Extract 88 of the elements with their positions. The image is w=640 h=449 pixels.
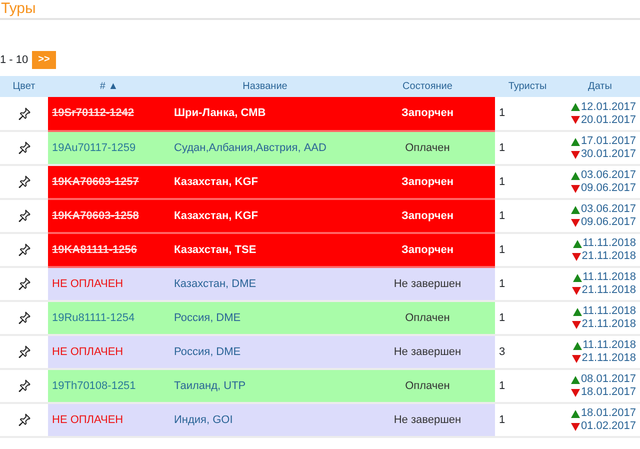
start-date: 11.11.2018 xyxy=(582,339,636,352)
tourist-count: 1 xyxy=(499,142,506,154)
tour-name: Россия, DME xyxy=(174,346,241,358)
down-triangle-icon xyxy=(570,116,580,124)
start-date: 11.11.2018 xyxy=(582,271,636,284)
pin-icon[interactable] xyxy=(18,413,30,426)
tour-name: Шри-Ланка, CMB xyxy=(174,107,266,120)
tourist-count: 1 xyxy=(499,107,506,120)
tour-status: Не завершен xyxy=(394,346,462,358)
end-date: 21.11.2018 xyxy=(582,250,636,263)
tourist-count: 1 xyxy=(499,312,506,324)
column-header[interactable]: Даты xyxy=(588,81,612,92)
up-triangle-icon xyxy=(572,308,582,316)
up-triangle-icon xyxy=(570,172,580,180)
tourist-count: 3 xyxy=(499,346,506,358)
up-triangle-icon xyxy=(572,240,582,248)
down-triangle-icon xyxy=(572,252,581,260)
tour-status: Оплачен xyxy=(405,312,450,324)
down-triangle-icon xyxy=(570,218,580,226)
pin-icon[interactable] xyxy=(18,311,30,324)
start-date: 17.01.2017 xyxy=(580,135,636,148)
tour-status: Не завершен xyxy=(394,278,462,290)
down-triangle-icon xyxy=(572,320,581,328)
tour-status: Оплачен xyxy=(405,380,450,392)
end-date: 18.01.2017 xyxy=(580,386,636,399)
tourist-count: 1 xyxy=(499,278,506,290)
column-header[interactable]: Название xyxy=(242,81,288,92)
start-date: 18.01.2017 xyxy=(580,407,636,420)
pin-icon[interactable] xyxy=(18,209,30,222)
end-date: 09.06.2017 xyxy=(580,216,636,229)
pin-icon[interactable] xyxy=(18,175,30,188)
down-triangle-icon xyxy=(570,388,580,396)
end-date: 09.06.2017 xyxy=(580,182,636,195)
start-date: 11.11.2018 xyxy=(582,305,636,318)
down-triangle-icon xyxy=(570,422,580,430)
pin-icon[interactable] xyxy=(18,106,30,120)
pin-icon[interactable] xyxy=(18,345,30,358)
column-header[interactable]: # xyxy=(100,81,106,92)
tourist-count: 1 xyxy=(499,414,506,426)
tourist-count: 1 xyxy=(499,244,506,256)
down-triangle-icon xyxy=(572,354,581,362)
tour-name: Казахстан, TSE xyxy=(174,244,256,256)
page-title: Туры xyxy=(0,0,37,18)
tour-name: Казахстан, KGF xyxy=(174,210,258,222)
end-date: 20.01.2017 xyxy=(580,114,636,126)
tour-name: Судан,Албания,Австрия, AAD xyxy=(174,142,326,154)
start-date: 11.11.2018 xyxy=(582,237,636,250)
tour-status: Запорчен xyxy=(402,244,454,256)
tourist-count: 1 xyxy=(499,210,506,222)
up-triangle-icon xyxy=(572,274,582,282)
end-date: 01.02.2017 xyxy=(580,420,636,433)
up-triangle-icon xyxy=(570,103,580,111)
pin-icon[interactable] xyxy=(18,141,30,154)
end-date: 21.11.2018 xyxy=(582,284,636,297)
start-date: 12.01.2017 xyxy=(580,100,636,114)
page-range: 1 - 10 xyxy=(0,52,28,68)
tour-status: Не завершен xyxy=(394,414,462,426)
tour-name: Индия, GOI xyxy=(174,414,233,426)
end-date: 21.11.2018 xyxy=(582,318,636,331)
up-triangle-icon xyxy=(570,138,580,146)
tour-status: Запорчен xyxy=(402,176,454,188)
start-date: 03.06.2017 xyxy=(580,203,636,216)
tourist-count: 1 xyxy=(499,176,506,188)
start-date: 03.06.2017 xyxy=(580,169,636,182)
next-page-button[interactable]: >> xyxy=(32,51,56,69)
tour-status: Оплачен xyxy=(405,142,450,154)
end-date: 30.01.2017 xyxy=(580,148,636,161)
pin-icon[interactable] xyxy=(18,379,30,392)
down-triangle-icon xyxy=(570,150,580,158)
tourist-count: 1 xyxy=(499,380,506,392)
pin-icon[interactable] xyxy=(18,243,30,256)
column-header[interactable]: Состояние xyxy=(402,81,452,92)
tour-name: Россия, DME xyxy=(174,312,241,324)
tour-name: Таиланд, UTP xyxy=(174,380,246,392)
start-date: 08.01.2017 xyxy=(580,373,636,386)
pin-icon[interactable] xyxy=(18,277,30,290)
tour-status: Запорчен xyxy=(402,210,454,222)
sort-arrow: ▲ xyxy=(108,81,118,92)
end-date: 21.11.2018 xyxy=(582,352,636,365)
up-triangle-icon xyxy=(572,342,582,350)
tour-status: Запорчен xyxy=(402,107,454,120)
down-triangle-icon xyxy=(572,286,581,294)
up-triangle-icon xyxy=(570,376,580,384)
up-triangle-icon xyxy=(570,410,580,418)
tour-name: Казахстан, KGF xyxy=(174,176,258,188)
up-triangle-icon xyxy=(570,206,580,214)
tour-name: Казахстан, DME xyxy=(174,278,256,290)
down-triangle-icon xyxy=(570,184,580,192)
